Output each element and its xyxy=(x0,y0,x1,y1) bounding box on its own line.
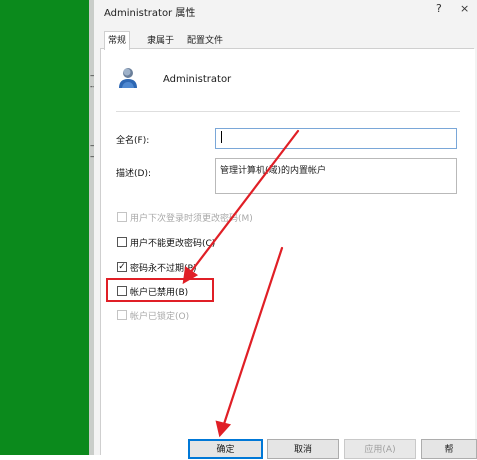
annotation-arrows xyxy=(182,129,300,438)
annotation-arrow-2 xyxy=(222,246,284,426)
arrowhead-icon xyxy=(182,266,199,285)
arrowhead-icon xyxy=(215,420,232,438)
